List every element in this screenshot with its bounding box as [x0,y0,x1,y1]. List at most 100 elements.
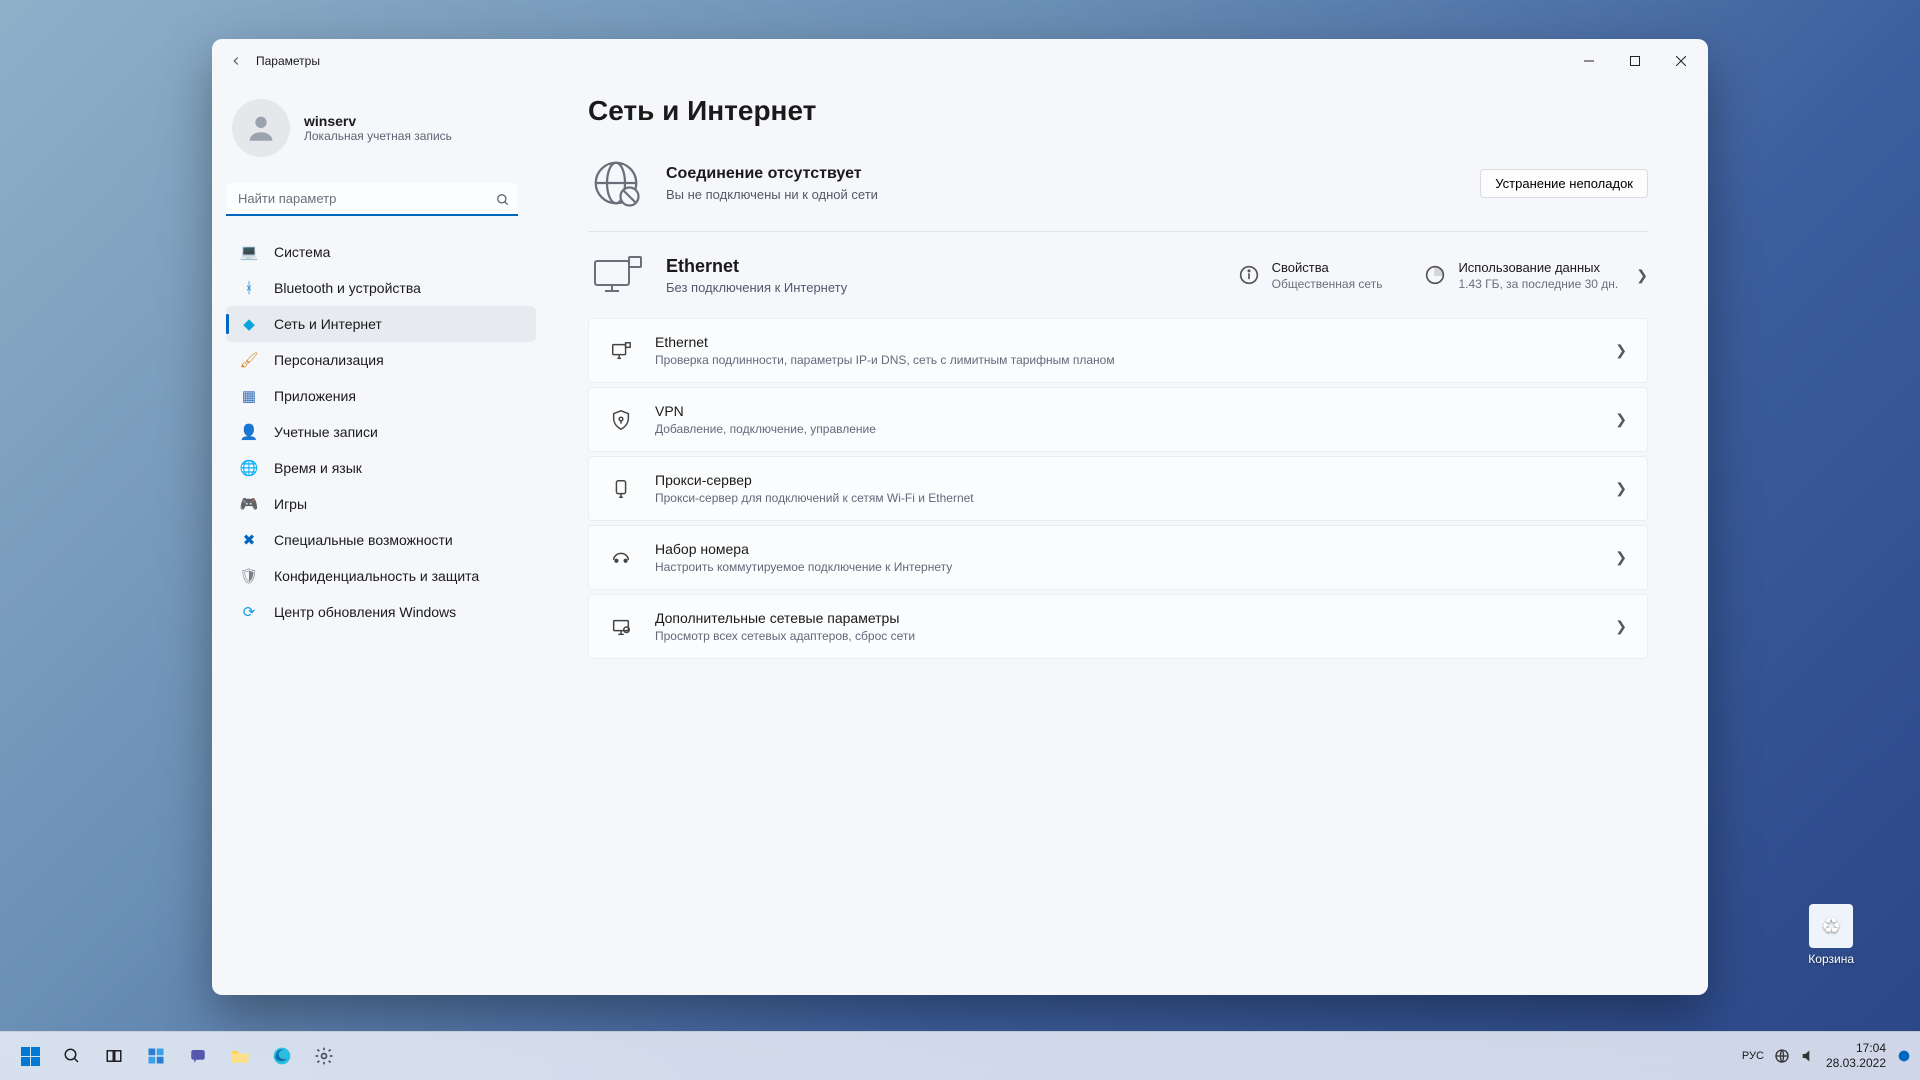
sidebar-item-8[interactable]: ✖ Специальные возможности [226,522,536,558]
sidebar-item-4[interactable]: ▦ Приложения [226,378,536,414]
taskbar-search-button[interactable] [52,1036,92,1076]
status-title: Соединение отсутствует [666,165,878,183]
setting-item-3[interactable]: Набор номераНастроить коммутируемое подк… [588,525,1648,590]
taskbar-date: 28.03.2022 [1826,1056,1886,1071]
setting-title: Дополнительные сетевые параметры [655,610,915,626]
setting-sub: Настроить коммутируемое подключение к Ин… [655,560,952,574]
nav-icon: 🌐 [240,459,258,477]
search-icon [63,1047,81,1065]
troubleshoot-button[interactable]: Устранение неполадок [1480,169,1648,198]
person-icon [244,111,278,145]
chevron-right-icon: ❯ [1615,549,1627,566]
sidebar-item-label: Конфиденциальность и защита [274,568,479,584]
task-view-icon [105,1047,123,1065]
nav-icon: ✖ [240,531,258,549]
edge-icon [272,1046,292,1066]
sidebar-item-label: Время и язык [274,460,362,476]
file-explorer-button[interactable] [220,1036,260,1076]
nav-icon: 🖌 [240,351,258,369]
proxy-icon [609,477,633,501]
sidebar-item-label: Специальные возможности [274,532,453,548]
nav-icon: 💻 [240,243,258,261]
settings-list: Ethernet Проверка подлинности, параметры … [588,318,1648,659]
recycle-bin[interactable]: ♻ Корзина [1808,904,1854,966]
edge-button[interactable] [262,1036,302,1076]
datausage-card[interactable]: Использование данных 1.43 ГБ, за последн… [1424,260,1648,291]
window-title: Параметры [256,54,320,68]
nav-icon: ◆ [240,315,258,333]
folder-icon [230,1047,250,1065]
maximize-button[interactable] [1612,39,1658,83]
content-area: Сеть и Интернет Соединение отсутствует В… [550,83,1708,995]
network-tray-icon[interactable] [1774,1048,1790,1064]
setting-sub: Прокси-сервер для подключений к сетям Wi… [655,491,974,505]
settings-window: Параметры winserv Локальная учетная запи… [212,39,1708,995]
sidebar-item-7[interactable]: 🎮Игры [226,486,536,522]
info-icon [1238,264,1260,286]
sidebar-item-0[interactable]: 💻Система [226,234,536,270]
sidebar-item-9[interactable]: 🛡 Конфиденциальность и защита [226,558,536,594]
close-icon [1676,56,1686,66]
back-button[interactable] [216,54,256,68]
connection-status: Соединение отсутствует Вы не подключены … [588,149,1648,232]
chevron-right-icon: ❯ [1636,267,1648,284]
widgets-icon [147,1047,165,1065]
sidebar-item-10[interactable]: ⟳Центр обновления Windows [226,594,536,630]
setting-title: Ethernet [655,334,1115,350]
sidebar-item-3[interactable]: 🖌 Персонализация [226,342,536,378]
close-button[interactable] [1658,39,1704,83]
maximize-icon [1630,56,1640,66]
nav-icon: 🛡 [240,567,258,585]
settings-taskbar-button[interactable] [304,1036,344,1076]
ethernet-sub: Без подключения к Интернету [666,280,847,295]
nav-icon: 🎮 [240,495,258,513]
ethernet-title: Ethernet [666,256,847,277]
taskbar: РУС 17:04 28.03.2022 [0,1031,1920,1080]
setting-sub: Проверка подлинности, параметры IP-и DNS… [655,353,1115,367]
status-sub: Вы не подключены ни к одной сети [666,187,878,202]
sidebar-item-label: Учетные записи [274,424,378,440]
page-title: Сеть и Интернет [588,95,1648,127]
nav-icon: ▦ [240,387,258,405]
setting-item-4[interactable]: Дополнительные сетевые параметрыПросмотр… [588,594,1648,659]
sidebar-item-label: Персонализация [274,352,384,368]
datausage-title: Использование данных [1458,260,1618,275]
notifications-tray-icon[interactable] [1896,1048,1912,1064]
datausage-sub: 1.43 ГБ, за последние 30 дн. [1458,277,1618,291]
chevron-right-icon: ❯ [1615,480,1627,497]
sidebar-item-label: Bluetooth и устройства [274,280,421,296]
sidebar-item-label: Центр обновления Windows [274,604,456,620]
taskbar-language[interactable]: РУС [1742,1050,1764,1062]
setting-item-1[interactable]: VPNДобавление, подключение, управление❯ [588,387,1648,452]
profile-block[interactable]: winserv Локальная учетная запись [226,83,536,179]
profile-subtitle: Локальная учетная запись [304,129,452,143]
properties-card[interactable]: Свойства Общественная сеть [1238,260,1383,291]
sidebar-item-2[interactable]: ◆Сеть и Интернет [226,306,536,342]
taskbar-time: 17:04 [1826,1041,1886,1056]
taskbar-clock[interactable]: 17:04 28.03.2022 [1826,1041,1886,1071]
recycle-bin-label: Корзина [1808,952,1854,966]
task-view-button[interactable] [94,1036,134,1076]
chevron-right-icon: ❯ [1615,342,1627,359]
setting-title: VPN [655,403,876,419]
nav-icon: ᚼ [240,279,258,297]
sidebar-item-6[interactable]: 🌐 Время и язык [226,450,536,486]
minimize-button[interactable] [1566,39,1612,83]
recycle-bin-icon: ♻ [1809,904,1853,948]
setting-item-2[interactable]: Прокси-серверПрокси-сервер для подключен… [588,456,1648,521]
volume-tray-icon[interactable] [1800,1048,1816,1064]
sidebar-item-1[interactable]: ᚼ Bluetooth и устройства [226,270,536,306]
properties-title: Свойства [1272,260,1383,275]
nav-icon: 👤 [240,423,258,441]
ethernet-icon [609,339,633,363]
chat-button[interactable] [178,1036,218,1076]
sidebar-item-label: Приложения [274,388,356,404]
sidebar: winserv Локальная учетная запись 💻Систем… [212,83,550,995]
setting-item-0[interactable]: Ethernet Проверка подлинности, параметры … [588,318,1648,383]
sidebar-item-5[interactable]: 👤 Учетные записи [226,414,536,450]
profile-username: winserv [304,113,452,129]
start-button[interactable] [10,1036,50,1076]
window-controls [1566,39,1704,83]
widgets-button[interactable] [136,1036,176,1076]
search-input[interactable] [226,183,518,216]
